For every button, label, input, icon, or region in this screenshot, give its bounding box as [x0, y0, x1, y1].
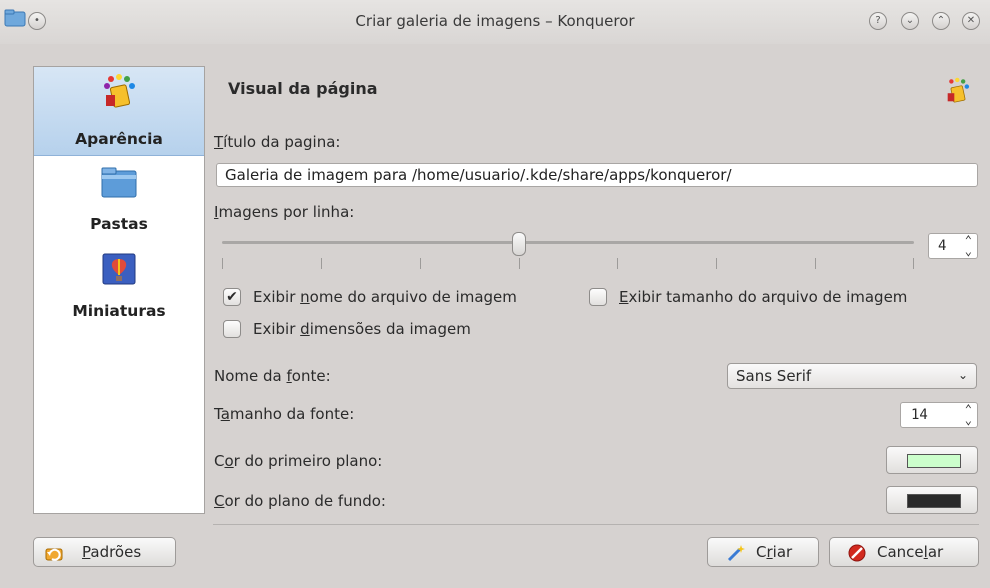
create-button[interactable]: Criar — [707, 537, 819, 567]
title-field-label: Título da pagina: — [214, 133, 340, 151]
background-color-label: Cor do plano de fundo: — [214, 492, 386, 510]
maximize-button[interactable]: ⌃ — [932, 12, 950, 30]
title-bar: • Criar galeria de imagens – Konqueror ?… — [0, 0, 990, 44]
defaults-button[interactable]: Padrões — [33, 537, 176, 567]
slider-tick — [913, 258, 914, 269]
label-text: manho da fonte: — [229, 405, 355, 423]
spin-arrows-icon[interactable]: ⌃ ⌄ — [965, 403, 972, 426]
separator — [213, 524, 979, 525]
font-name-select[interactable]: Sans Serif ⌄ — [727, 363, 977, 389]
slider-tick — [222, 258, 223, 269]
show-filename-label: Exibir nome do arquivo de imagem — [253, 288, 517, 306]
label-text: Nome da — [214, 367, 287, 385]
cancel-button-label: Cancelar — [877, 543, 943, 561]
label-text: magens por linha: — [218, 203, 355, 221]
background-color-button[interactable] — [886, 486, 978, 514]
background-color-swatch — [907, 494, 961, 508]
label-text: xibir tamanho do arquivo de imagem — [628, 288, 908, 306]
create-button-label: Criar — [756, 543, 792, 561]
slider-tick — [815, 258, 816, 269]
cancel-button[interactable]: Cancelar — [829, 537, 979, 567]
label-text: Exibir — [253, 320, 301, 338]
show-dimensions-label: Exibir dimensões da imagem — [253, 320, 471, 338]
help-button[interactable]: ? — [869, 12, 887, 30]
label-text: ome do arquivo de imagem — [309, 288, 517, 306]
label-text: adrões — [90, 543, 142, 561]
minimize-button[interactable]: ⌄ — [901, 12, 919, 30]
label-text: onte: — [291, 367, 331, 385]
defaults-button-label: Padrões — [82, 543, 141, 561]
close-button[interactable]: ✕ — [962, 12, 980, 30]
sidebar-item-aparencia[interactable]: Aparência — [34, 67, 204, 156]
slider-handle[interactable] — [512, 232, 526, 256]
window-title: Criar galeria de imagens – Konqueror — [355, 12, 635, 30]
chevron-down-icon: ⌄ — [957, 368, 968, 382]
show-filesize-label: Exibir tamanho do arquivo de imagem — [619, 288, 907, 306]
page-list-sidebar: Aparência Pastas Miniaturas — [33, 66, 205, 514]
show-filesize-checkbox[interactable] — [589, 288, 607, 306]
sidebar-item-label: Pastas — [90, 215, 148, 233]
label-text: Exibir — [253, 288, 301, 306]
mnemonic: C — [214, 492, 225, 510]
label-text: C — [756, 543, 767, 561]
label-text: ar — [927, 543, 944, 561]
label-text: Cance — [877, 543, 924, 561]
images-per-row-label: Imagens por linha: — [214, 203, 354, 221]
sidebar-item-pastas[interactable]: Pastas — [34, 161, 204, 239]
foreground-color-swatch — [907, 454, 961, 468]
foreground-color-label: Cor do primeiro plano: — [214, 452, 382, 470]
show-dimensions-checkbox[interactable] — [223, 320, 241, 338]
mnemonic: T — [214, 133, 224, 151]
font-size-label: Tamanho da fonte: — [214, 405, 354, 423]
label-text: ítulo da pagina: — [223, 133, 341, 151]
sidebar-item-label: Aparência — [75, 130, 163, 148]
slider-tick — [617, 258, 618, 269]
page-heading: Visual da página — [228, 79, 378, 98]
label-text: C — [214, 452, 225, 470]
mnemonic: a — [220, 405, 230, 423]
spin-value: 14 — [911, 407, 928, 423]
font-size-spinbox[interactable]: 14 ⌃ ⌄ — [900, 402, 978, 428]
mnemonic: o — [224, 452, 234, 470]
folder-icon — [101, 165, 137, 203]
spin-arrows-icon[interactable]: ⌃ ⌄ — [965, 234, 972, 257]
paint-bucket-icon — [101, 73, 139, 115]
label-text: or do plano de fundo: — [224, 492, 386, 510]
show-filename-checkbox[interactable]: ✔ — [223, 288, 241, 306]
label-text: T — [214, 405, 221, 423]
slider-tick — [716, 258, 717, 269]
magic-wand-icon — [726, 544, 746, 566]
reset-icon — [44, 544, 64, 566]
sidebar-item-miniaturas[interactable]: Miniaturas — [34, 245, 204, 325]
slider-tick — [420, 258, 421, 269]
sidebar-item-label: Miniaturas — [72, 302, 166, 320]
cancel-icon — [848, 544, 866, 566]
font-name-label: Nome da fonte: — [214, 367, 331, 385]
label-text: imensões da imagem — [309, 320, 471, 338]
slider-tick — [321, 258, 322, 269]
page-title-input[interactable]: Galeria de imagem para /home/usuario/.kd… — [216, 163, 978, 187]
mnemonic: n — [300, 288, 310, 306]
images-per-row-slider[interactable] — [222, 241, 914, 244]
picture-icon — [102, 253, 136, 289]
page-header-icon — [944, 76, 972, 110]
label-text: iar — [772, 543, 793, 561]
mnemonic: d — [300, 320, 310, 338]
slider-tick — [519, 258, 520, 269]
foreground-color-button[interactable] — [886, 446, 978, 474]
select-value: Sans Serif — [736, 367, 812, 385]
label-text: r do primeiro plano: — [233, 452, 383, 470]
images-per-row-spinbox[interactable]: 4 ⌃ ⌄ — [928, 233, 978, 259]
spin-value: 4 — [938, 238, 947, 254]
